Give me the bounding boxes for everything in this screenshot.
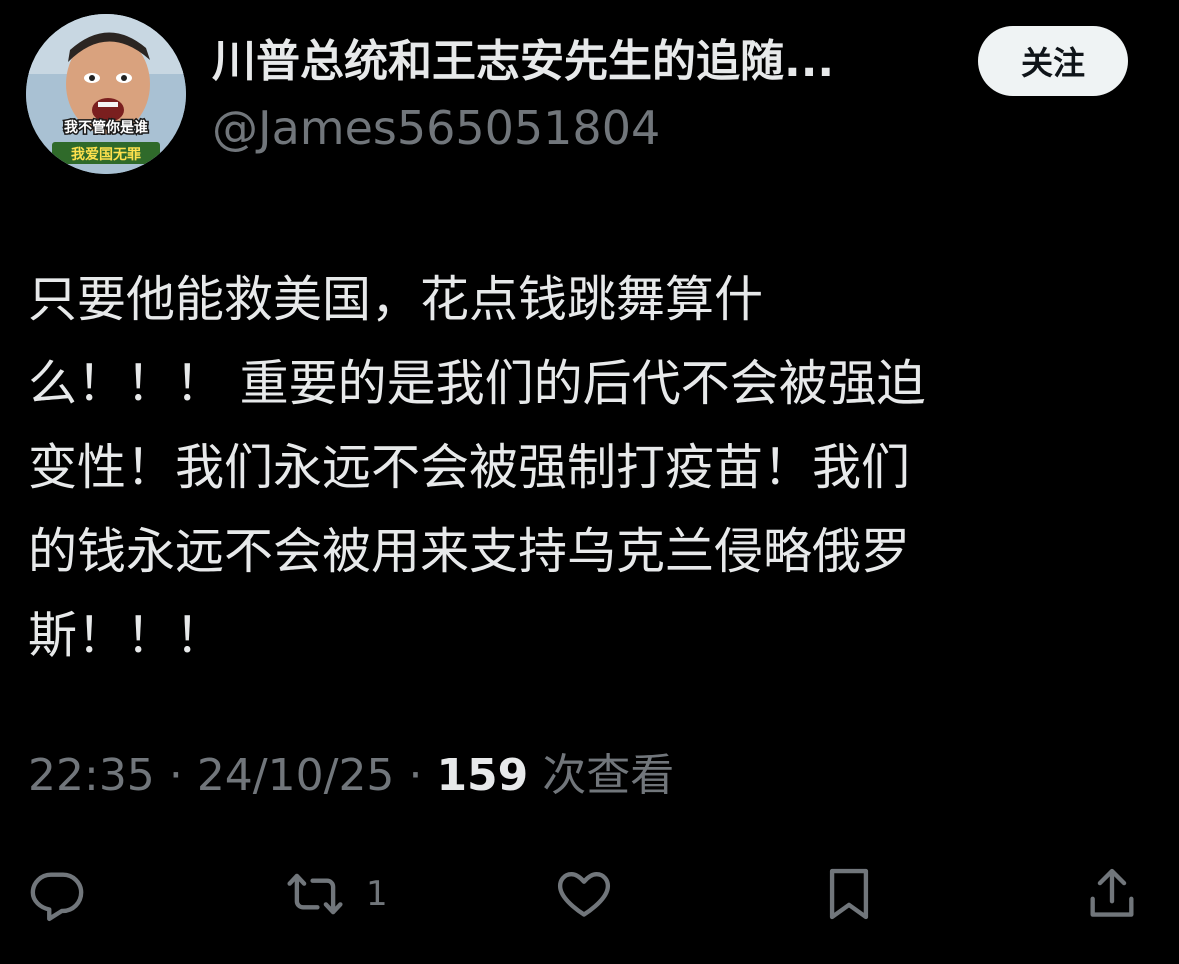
tweet-date[interactable]: 24/10/25 — [197, 750, 395, 801]
heart-icon — [557, 872, 611, 917]
tweet-detail-view: 我不管你是谁 我爱国无罪 川普总统和王志安先生的追随... @James5650… — [0, 0, 1179, 964]
like-button[interactable] — [555, 862, 613, 926]
reply-button[interactable] — [28, 862, 86, 926]
retweet-count: 1 — [366, 874, 388, 914]
views-label: 次查看 — [542, 750, 675, 801]
retweet-button[interactable]: 1 — [286, 862, 388, 926]
tweet-text-line: 只要他能救美国，花点钱跳舞算什 — [28, 271, 764, 328]
tweet-text-line: 斯！！！ — [28, 607, 225, 664]
meta-separator: · — [168, 750, 183, 801]
author-handle[interactable]: @James565051804 — [212, 98, 660, 158]
follow-button[interactable]: 关注 — [978, 26, 1128, 96]
bookmark-icon — [829, 868, 869, 920]
tweet-time[interactable]: 22:35 — [28, 750, 155, 801]
share-icon — [1090, 868, 1134, 917]
meta-separator: · — [408, 750, 423, 801]
avatar-image: 我不管你是谁 我爱国无罪 — [26, 14, 186, 174]
tweet-meta: 22:35 · 24/10/25 · 159 次查看 — [28, 744, 674, 808]
retweet-icon — [287, 873, 343, 915]
avatar[interactable]: 我不管你是谁 我爱国无罪 — [26, 14, 186, 174]
view-count: 159 — [436, 750, 529, 801]
reply-icon — [30, 872, 84, 922]
tweet-text-line: 么！！！ 重要的是我们的后代不会被强迫 — [28, 355, 926, 412]
share-button[interactable] — [1083, 862, 1141, 926]
tweet-text: 只要他能救美国，花点钱跳舞算什 么！！！ 重要的是我们的后代不会被强迫 变性！我… — [28, 258, 1138, 678]
tweet-text-line: 的钱永远不会被用来支持乌克兰侵略俄罗 — [28, 523, 911, 580]
tweet-text-line: 变性！我们永远不会被强制打疫苗！我们 — [28, 439, 911, 496]
bookmark-button[interactable] — [820, 862, 878, 926]
avatar-caption-top: 我不管你是谁 — [64, 119, 148, 136]
avatar-caption-bottom: 我爱国无罪 — [71, 147, 141, 163]
author-display-name[interactable]: 川普总统和王志安先生的追随... — [212, 30, 962, 94]
